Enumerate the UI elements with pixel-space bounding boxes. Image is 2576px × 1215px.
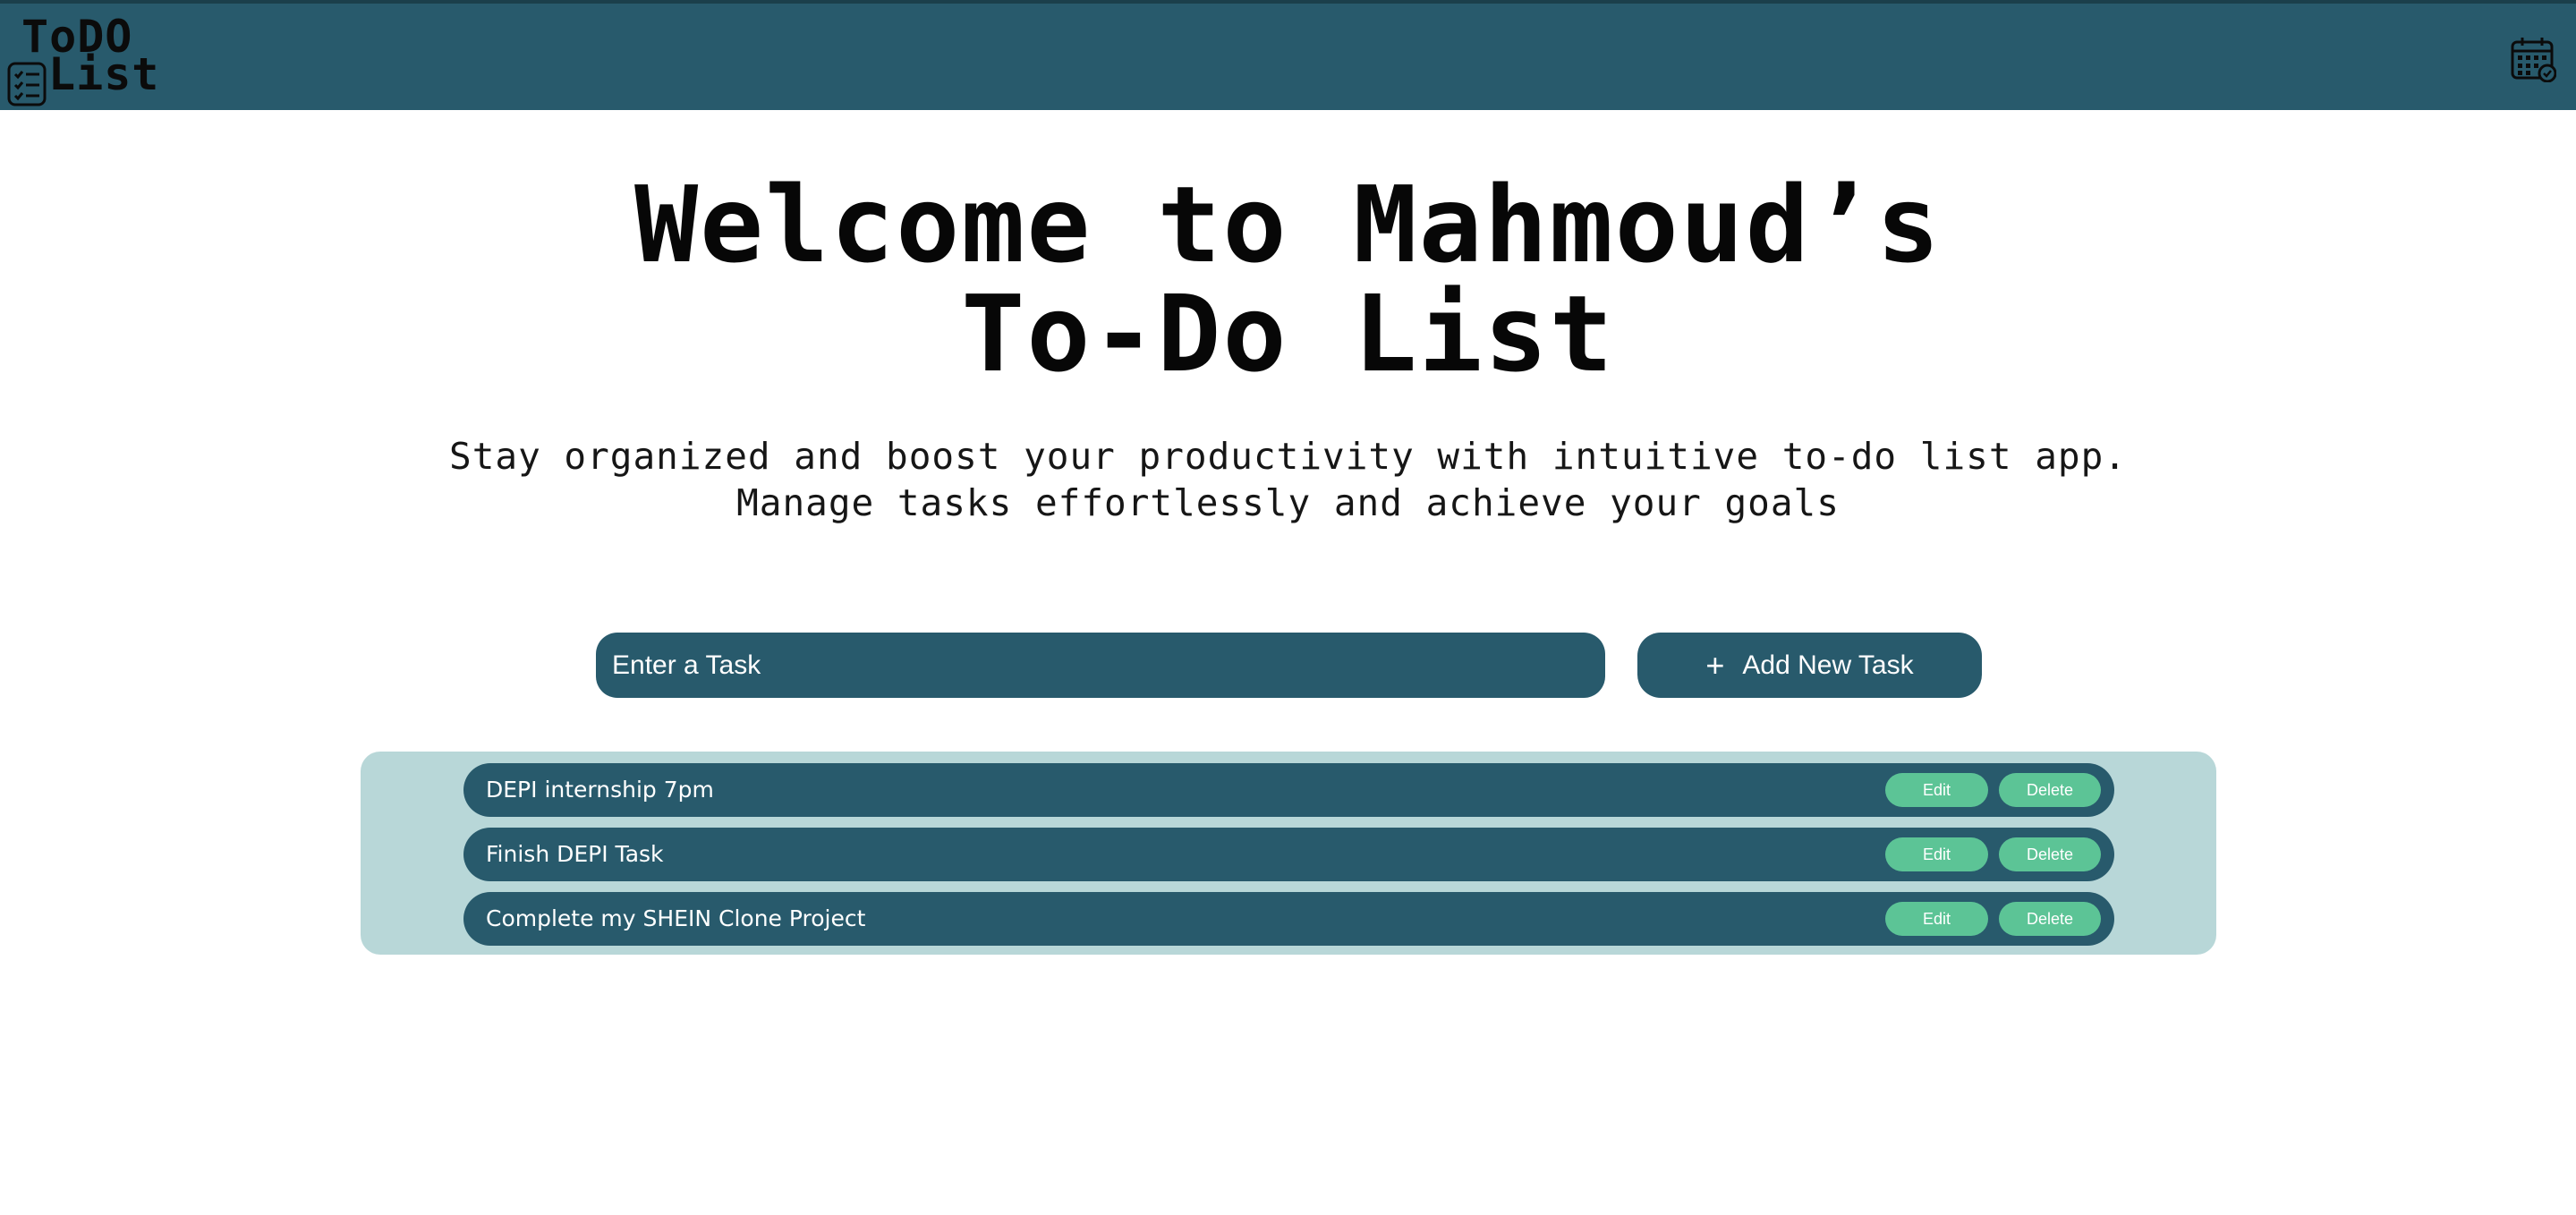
page-subtitle: Stay organized and boost your productivi… bbox=[0, 433, 2576, 526]
task-text: Complete my SHEIN Clone Project bbox=[486, 905, 866, 931]
delete-button[interactable]: Delete bbox=[1999, 773, 2101, 807]
add-task-label: Add New Task bbox=[1742, 650, 1914, 680]
task-list: DEPI internship 7pm Edit Delete Finish D… bbox=[361, 752, 2216, 955]
top-navbar: ToDO List bbox=[0, 0, 2576, 110]
task-text: DEPI internship 7pm bbox=[486, 777, 714, 803]
edit-button[interactable]: Edit bbox=[1885, 902, 1988, 936]
page-title: Welcome to Mahmoud’s To-Do List bbox=[0, 170, 2576, 388]
page-subtitle-line2: Manage tasks effortlessly and achieve yo… bbox=[736, 481, 1840, 524]
task-text: Finish DEPI Task bbox=[486, 841, 664, 867]
page-title-line2: To-Do List bbox=[961, 272, 1615, 395]
plus-icon: + bbox=[1705, 646, 1725, 684]
page-title-line1: Welcome to Mahmoud’s bbox=[634, 163, 1942, 286]
calendar-check-icon[interactable] bbox=[2510, 36, 2556, 82]
checklist-icon bbox=[7, 62, 47, 106]
add-task-button[interactable]: + Add New Task bbox=[1637, 633, 1982, 698]
task-item: Finish DEPI Task Edit Delete bbox=[463, 828, 2114, 881]
delete-button[interactable]: Delete bbox=[1999, 902, 2101, 936]
edit-button[interactable]: Edit bbox=[1885, 773, 1988, 807]
edit-button[interactable]: Edit bbox=[1885, 837, 1988, 871]
delete-button[interactable]: Delete bbox=[1999, 837, 2101, 871]
task-item: Complete my SHEIN Clone Project Edit Del… bbox=[463, 892, 2114, 946]
logo-text-line2: List bbox=[48, 48, 160, 100]
task-item: DEPI internship 7pm Edit Delete bbox=[463, 763, 2114, 817]
page-subtitle-line1: Stay organized and boost your productivi… bbox=[449, 435, 2127, 478]
task-input[interactable] bbox=[596, 633, 1605, 698]
app-logo[interactable]: ToDO List bbox=[7, 11, 158, 107]
